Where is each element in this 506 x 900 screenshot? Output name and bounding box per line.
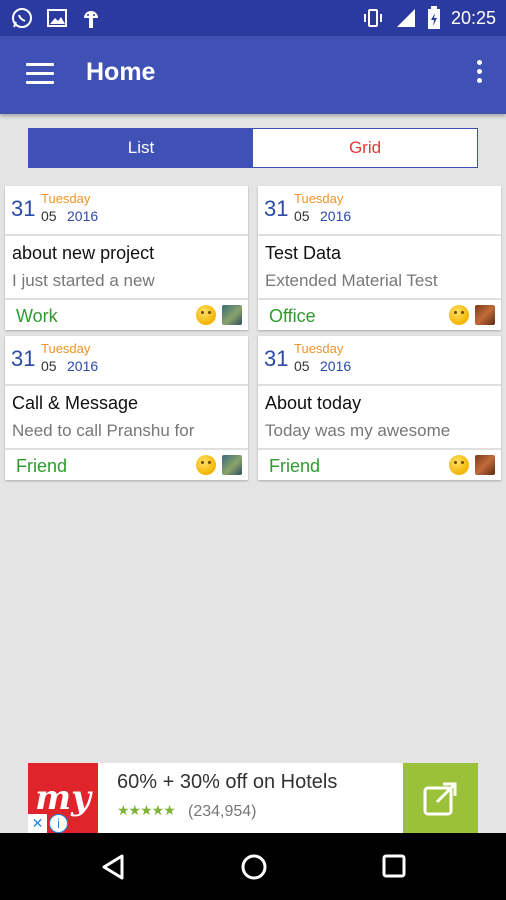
note-title: about new project [12, 243, 155, 263]
home-icon[interactable] [240, 853, 268, 881]
note-day: 31 [11, 346, 36, 371]
tab-grid[interactable]: Grid [253, 129, 477, 167]
ad-rating-stars: ★★★★★ [117, 803, 176, 819]
ad-info-icon[interactable]: i [49, 814, 68, 833]
note-year: 2016 [320, 358, 352, 374]
note-year: 2016 [320, 208, 352, 224]
note-preview: Extended Material Test [258, 266, 501, 300]
android-icon [84, 11, 98, 28]
ad-close-icon[interactable]: ✕ [28, 814, 47, 833]
note-weekday: Tuesday [41, 341, 91, 356]
tab-list[interactable]: List [29, 129, 253, 167]
note-card[interactable]: 31 Tuesday 05 2016 About today Today was… [258, 336, 501, 480]
recents-icon[interactable] [381, 853, 407, 879]
clock-time: 20:25 [450, 7, 496, 28]
image-icon [47, 9, 67, 27]
battery-icon [427, 6, 440, 29]
view-toggle-tabs: List Grid [28, 128, 478, 168]
note-month: 05 [41, 208, 57, 224]
note-weekday: Tuesday [294, 341, 344, 356]
system-nav-bar [0, 833, 506, 900]
status-bar: 20:25 [0, 0, 506, 36]
open-external-icon [423, 782, 456, 816]
note-month: 05 [294, 358, 310, 374]
note-weekday: Tuesday [294, 191, 344, 206]
note-category: Friend [269, 456, 321, 476]
sad-emoji-icon [196, 455, 216, 475]
note-category: Friend [16, 456, 68, 476]
note-date: 31 Tuesday 05 2016 [5, 336, 248, 386]
note-card[interactable]: 31 Tuesday 05 2016 Test Data Extended Ma… [258, 186, 501, 330]
ad-open-button[interactable] [403, 763, 478, 833]
ad-headline: 60% + 30% off on Hotels [117, 771, 338, 793]
sad-emoji-icon [449, 305, 469, 325]
note-category: Work [16, 306, 58, 326]
note-month: 05 [41, 358, 57, 374]
note-year: 2016 [67, 208, 99, 224]
whatsapp-icon [12, 8, 32, 28]
note-title: About today [265, 393, 362, 413]
happy-emoji-icon [449, 455, 469, 475]
note-preview: Need to call Pranshu for [5, 416, 248, 450]
ad-rating-count: (234,954) [188, 803, 257, 820]
note-day: 31 [264, 196, 289, 221]
note-preview: Today was my awesome [258, 416, 501, 450]
note-day: 31 [264, 346, 289, 371]
note-category: Office [269, 306, 316, 326]
photo-thumbnail-icon [222, 305, 242, 325]
page-title: Home [86, 58, 156, 86]
note-title: Call & Message [12, 393, 139, 413]
app-bar: Home [0, 36, 506, 114]
note-day: 31 [11, 196, 36, 221]
photo-thumbnail-icon [222, 455, 242, 475]
back-icon[interactable] [100, 853, 126, 881]
smile-emoji-icon [196, 305, 216, 325]
signal-icon [396, 9, 415, 27]
photo-thumbnail-icon [475, 455, 495, 475]
note-card[interactable]: 31 Tuesday 05 2016 about new project I j… [5, 186, 248, 330]
note-date: 31 Tuesday 05 2016 [258, 336, 501, 386]
more-vertical-icon[interactable] [474, 60, 484, 90]
photo-thumbnail-icon [475, 305, 495, 325]
vibrate-icon [363, 9, 382, 27]
note-date: 31 Tuesday 05 2016 [5, 186, 248, 236]
hamburger-menu-icon[interactable] [26, 63, 54, 87]
note-month: 05 [294, 208, 310, 224]
ad-banner[interactable]: my ✕ i 60% + 30% off on Hotels ★★★★★ (23… [28, 763, 478, 833]
note-date: 31 Tuesday 05 2016 [258, 186, 501, 236]
note-title: Test Data [265, 243, 342, 263]
note-preview: I just started a new [5, 266, 248, 300]
note-year: 2016 [67, 358, 99, 374]
note-card[interactable]: 31 Tuesday 05 2016 Call & Message Need t… [5, 336, 248, 480]
note-weekday: Tuesday [41, 191, 91, 206]
